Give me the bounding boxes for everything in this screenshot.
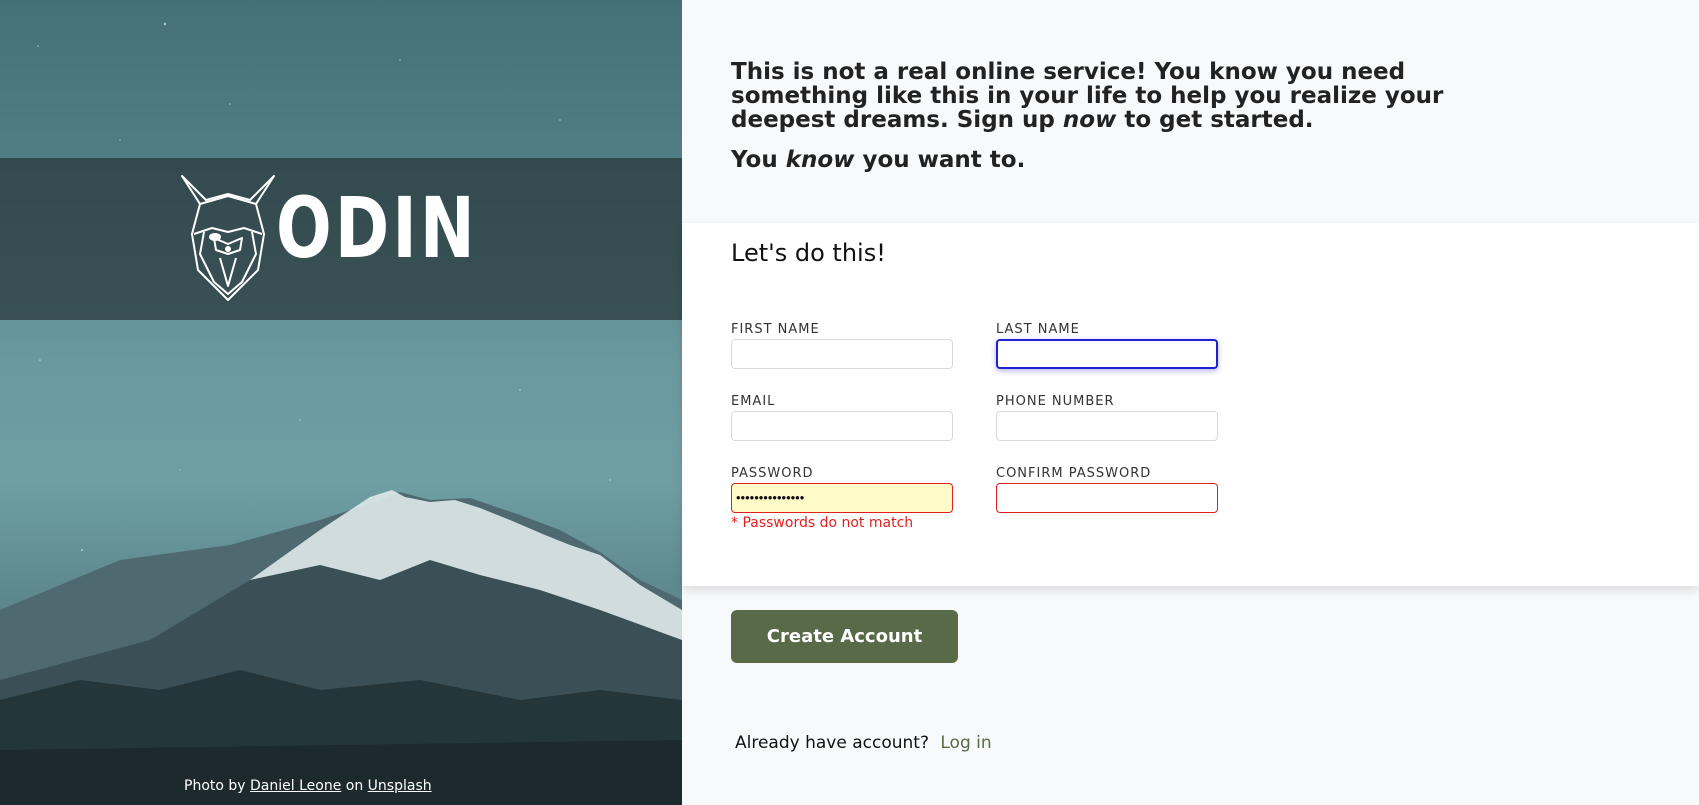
intro-text-2b: you want to.	[854, 147, 1026, 173]
intro-paragraph-1: This is not a real online service! You k…	[731, 60, 1471, 132]
confirm-password-label: CONFIRM PASSWORD	[996, 466, 1152, 481]
mountain-background-image	[0, 22, 682, 805]
signup-form-card: Let's do this! FIRST NAME LAST NAME EMAI…	[682, 223, 1699, 586]
password-group: PASSWORD ••••••••••••••• * Passwords do …	[731, 466, 953, 531]
credit-author-link[interactable]: Daniel Leone	[250, 778, 341, 794]
intro-text-2a: You	[731, 147, 786, 173]
password-input[interactable]: •••••••••••••••	[731, 483, 953, 513]
intro-emphasis-know: know	[785, 147, 855, 173]
phone-label: PHONE NUMBER	[996, 394, 1115, 409]
password-label: PASSWORD	[731, 466, 814, 481]
email-input[interactable]	[731, 411, 953, 441]
intro-text: This is not a real online service! You k…	[731, 60, 1471, 172]
signup-page: ODIN Photo by Daniel Leone on Unsplash T…	[0, 0, 1699, 805]
have-account-text: Already have account?	[735, 733, 929, 753]
first-name-group: FIRST NAME	[731, 322, 953, 369]
login-link[interactable]: Log in	[940, 733, 991, 753]
form-title: Let's do this!	[731, 239, 886, 267]
viking-helmet-icon	[181, 175, 275, 301]
confirm-password-group: CONFIRM PASSWORD	[996, 466, 1218, 513]
password-error-message: * Passwords do not match	[731, 515, 914, 531]
last-name-label: LAST NAME	[996, 322, 1080, 337]
intro-emphasis-now: now	[1062, 107, 1117, 133]
login-prompt: Already have account? Log in	[735, 733, 992, 753]
intro-text-1b: to get started.	[1116, 107, 1314, 133]
intro-paragraph-2: You know you want to.	[731, 148, 1471, 172]
first-name-label: FIRST NAME	[731, 322, 820, 337]
credit-middle: on	[345, 778, 364, 794]
brand-wordmark: ODIN	[276, 179, 478, 277]
create-account-button[interactable]: Create Account	[731, 610, 958, 663]
email-label: EMAIL	[731, 394, 776, 409]
credit-source-link[interactable]: Unsplash	[368, 778, 432, 794]
phone-input[interactable]	[996, 411, 1218, 441]
photo-credit: Photo by Daniel Leone on Unsplash	[184, 778, 432, 794]
confirm-password-input[interactable]	[996, 483, 1218, 513]
credit-prefix: Photo by	[184, 778, 246, 794]
first-name-input[interactable]	[731, 339, 953, 369]
hero-panel: ODIN Photo by Daniel Leone on Unsplash	[0, 0, 682, 805]
email-group: EMAIL	[731, 394, 953, 441]
phone-group: PHONE NUMBER	[996, 394, 1218, 441]
last-name-group: LAST NAME	[996, 322, 1218, 369]
last-name-input[interactable]	[996, 339, 1218, 369]
